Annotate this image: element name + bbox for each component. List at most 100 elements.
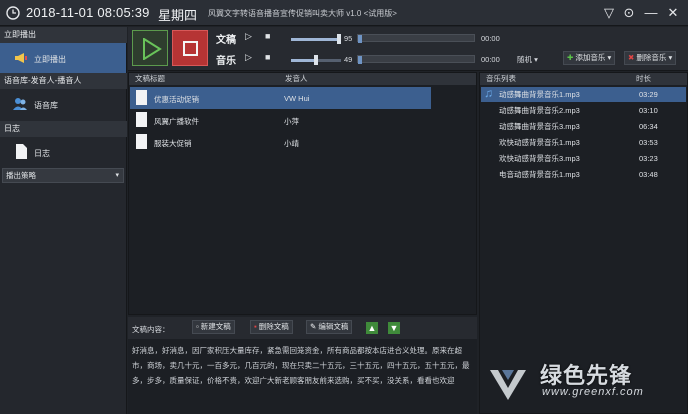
music-name: 动感舞曲背景音乐3.mp3 [499,122,580,131]
play-button[interactable] [132,30,168,66]
content-line: 多，步多，质量保证，价格不贵，欢迎广大新老顾客朋友前来选购，买不买，没关系，看看… [132,376,455,385]
doc-title: 服装大促销 [154,139,192,148]
text-track-label: 文稿 [216,35,236,46]
delete-x-icon: ✖ [628,53,635,62]
music-volume-value: 49 [344,55,353,64]
music-name: 欢快动感背景音乐3.mp3 [499,154,580,163]
add-music-button[interactable]: ✚ 添加音乐 ▾ [563,51,616,65]
arrow-up-icon: ▲ [367,323,377,333]
document-icon [136,90,147,105]
music-stop-icon[interactable]: ■ [265,52,270,62]
text-volume-value: 95 [344,34,353,43]
edit-document-button[interactable]: ✎ 编辑文稿 [306,320,353,334]
text-progress-bar[interactable] [357,34,475,43]
weekday-display: 星期四 [158,8,198,23]
doc-speaker: 小萍 [284,117,299,126]
random-label: 随机 [517,55,532,64]
col-speaker-header: 发音人 [285,74,308,83]
list-item[interactable]: 电音动感背景音乐1.mp3 03:48 [481,167,686,182]
music-volume-knob[interactable] [313,55,318,65]
col-music-header: 音乐列表 [486,74,516,83]
sidebar-item-label: 立即播出 [34,55,66,64]
new-document-button[interactable]: ▫ 新建文稿 [192,320,235,334]
users-icon [13,98,27,110]
list-item[interactable]: ♫ 动感舞曲背景音乐1.mp3 03:29 [481,86,686,102]
clock-app-icon [6,6,20,20]
document-table-header: 文稿标题 发音人 [129,73,476,85]
stop-icon [183,41,198,56]
new-document-label: 新建文稿 [200,322,231,331]
section-play-now: 立即播出 [0,27,127,43]
table-row[interactable]: 风翼广播软件 小萍 [130,109,475,131]
text-time: 00:00 [481,34,500,43]
minimize-button[interactable]: — [642,4,660,22]
content-line: 好消息，好消息，因厂家积压大量库存，紧急需回笼资金，所有商品都按本店进合义处理。… [132,346,462,355]
music-duration: 03:10 [639,106,658,115]
caret-down-icon: ▾ [115,172,119,179]
play-icon [143,38,162,60]
document-icon [136,112,147,127]
music-track-label: 音乐 [216,56,236,67]
close-button[interactable]: ✕ [664,4,682,22]
delete-document-button[interactable]: ▪ 删除文稿 [250,320,293,334]
caret-down-icon: ▾ [607,53,612,62]
list-item[interactable]: 动感舞曲背景音乐3.mp3 06:34 [481,119,686,134]
music-duration: 06:34 [639,122,658,131]
col-title-header: 文稿标题 [135,74,165,83]
content-toolbar: 文稿内容： ▫ 新建文稿 ▪ 删除文稿 ✎ 编辑文稿 ▲ ▼ [128,317,477,339]
music-name: 动感舞曲背景音乐1.mp3 [499,90,580,99]
delete-music-button[interactable]: ✖ 删除音乐 ▾ [624,51,677,65]
content-label: 文稿内容： [132,325,170,334]
move-up-button[interactable]: ▲ [366,322,378,334]
sidebar-item-label: 语音库 [34,101,58,110]
doc-title: 优惠活动促销 [154,95,199,104]
list-item[interactable]: 动感舞曲背景音乐2.mp3 03:10 [481,103,686,118]
document-icon [136,134,147,149]
strategy-dropdown[interactable]: 播出策略 ▾ [2,168,124,183]
table-row[interactable]: 服装大促销 小靖 [130,131,475,153]
content-line: 市，商场，卖几十元，一百多元，几百元的，现在只卖二十五元，三十五元，四十五元，五… [132,361,470,370]
list-item[interactable]: 欢快动感背景音乐1.mp3 03:53 [481,135,686,150]
move-down-button[interactable]: ▼ [388,322,400,334]
sidebar-item-play-now[interactable]: 立即播出 [0,43,126,73]
music-progress-bar[interactable] [357,55,475,64]
stop-button[interactable] [172,30,208,66]
music-name: 动感舞曲背景音乐2.mp3 [499,106,580,115]
text-play-icon[interactable]: ▷ [245,31,252,42]
caret-down-icon: ▾ [534,55,538,64]
doc-speaker: VW Hui [284,94,310,103]
add-music-label: 添加音乐 [575,53,606,62]
music-duration: 03:29 [639,90,658,99]
sidebar-item-voice-library[interactable]: 语音库 [0,89,126,119]
col-duration-header: 时长 [636,74,651,83]
doc-title: 风翼广播软件 [154,117,199,126]
datetime-display: 2018-11-01 08:05:39 [26,5,150,20]
plus-icon: ✚ [567,53,574,62]
music-name: 欢快动感背景音乐1.mp3 [499,138,580,147]
megaphone-icon [15,53,27,63]
table-row[interactable]: 优惠活动促销 VW Hui [130,87,431,109]
list-item[interactable]: 欢快动感背景音乐3.mp3 03:23 [481,151,686,166]
music-note-icon: ♫ [484,86,493,100]
sidebar-item-label: 日志 [34,149,50,158]
edit-document-label: 编辑文稿 [318,322,349,331]
music-play-icon[interactable]: ▷ [245,52,252,63]
content-text-area[interactable]: 好消息，好消息，因厂家积压大量库存，紧急需回笼资金，所有商品都按本店进合义处理。… [128,339,477,414]
text-stop-icon[interactable]: ■ [265,31,270,41]
random-mode-dropdown[interactable]: 随机 ▾ [517,54,538,65]
text-volume-knob[interactable] [336,34,341,44]
document-icon [16,144,27,159]
strategy-label: 播出策略 [6,171,36,180]
doc-speaker: 小靖 [284,139,299,148]
new-document-icon: ▫ [196,322,199,331]
text-volume-slider[interactable] [291,38,341,41]
music-duration: 03:48 [639,170,658,179]
music-name: 电音动感背景音乐1.mp3 [499,170,580,179]
music-duration: 03:23 [639,154,658,163]
window-title: 风翼文字转语音播音宣传促销叫卖大师 v1.0 <试用版> [208,9,397,18]
clock-settings-icon[interactable]: ⊙ [620,4,638,22]
delete-music-label: 删除音乐 [636,53,667,62]
chevron-down-icon[interactable]: ▽ [600,4,618,22]
sidebar-item-log[interactable]: 日志 [0,137,126,167]
music-duration: 03:53 [639,138,658,147]
